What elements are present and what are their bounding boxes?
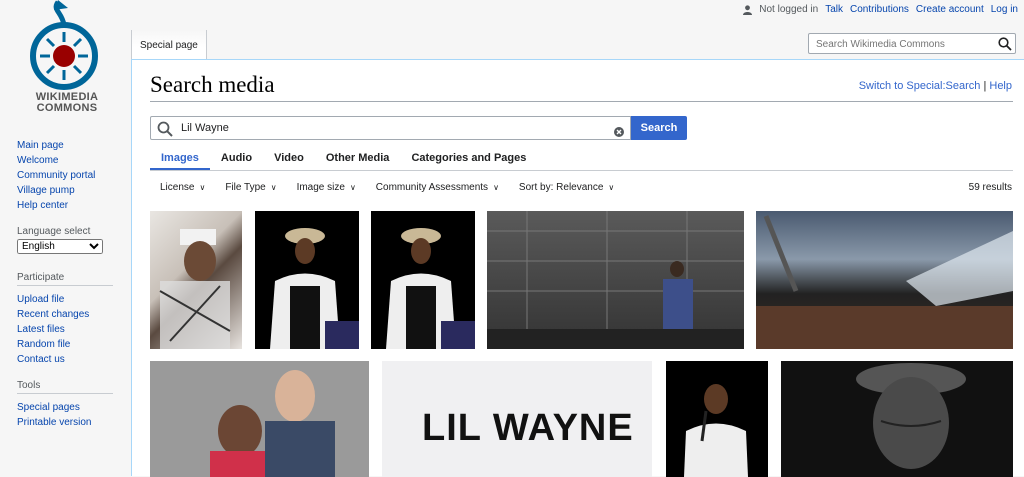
talk-link[interactable]: Talk — [825, 4, 843, 15]
login-link[interactable]: Log in — [991, 4, 1018, 15]
result-thumbnail[interactable] — [255, 211, 359, 349]
language-select[interactable]: English — [17, 239, 103, 254]
community-assessments-filter[interactable]: Community Assessments ∨ — [376, 182, 499, 193]
not-logged-in-text: Not logged in — [759, 4, 819, 15]
file-type-filter[interactable]: File Type ∨ — [225, 182, 276, 193]
sidebar-item-main-page[interactable]: Main page — [17, 138, 117, 153]
concert-photo-image — [386, 228, 475, 349]
personal-tools: Not logged in Talk Contributions Create … — [743, 4, 1018, 15]
result-thumbnail[interactable] — [150, 211, 242, 349]
search-button[interactable]: Search — [631, 116, 687, 140]
page-indicators: Switch to Special:Search | Help — [859, 80, 1012, 92]
search-icon — [157, 121, 173, 142]
result-thumbnail[interactable] — [150, 361, 369, 477]
result-thumbnail[interactable] — [756, 211, 1013, 349]
language-select-heading: Language select — [17, 226, 91, 237]
switch-to-special-search-link[interactable]: Switch to Special:Search — [859, 80, 981, 92]
stage-photo-image — [487, 211, 744, 349]
sidebar-item-help-center[interactable]: Help center — [17, 198, 117, 213]
indicator-separator: | — [983, 80, 987, 92]
participate-divider — [17, 285, 113, 286]
sidebar-item-special-pages[interactable]: Special pages — [17, 400, 117, 415]
tab-audio[interactable]: Audio — [210, 150, 263, 170]
image-size-filter-label: Image size — [296, 182, 345, 193]
sidebar-item-contact-us[interactable]: Contact us — [17, 352, 117, 367]
logo-line-2: COMMONS — [36, 102, 98, 114]
license-filter[interactable]: License ∨ — [160, 182, 205, 193]
result-thumbnail[interactable] — [666, 361, 768, 477]
performer-photo-image — [684, 384, 748, 477]
result-thumbnail[interactable]: LIL WAYNE — [382, 361, 652, 477]
tab-video[interactable]: Video — [263, 150, 315, 170]
chevron-down-icon: ∨ — [349, 183, 356, 192]
sidebar-item-latest-files[interactable]: Latest files — [17, 322, 117, 337]
sidebar-item-recent-changes[interactable]: Recent changes — [17, 307, 117, 322]
file-type-filter-label: File Type — [225, 182, 266, 193]
chevron-down-icon: ∨ — [493, 183, 499, 192]
crowd-photo-image — [756, 215, 1013, 349]
sort-by-filter-label: Sort by: Relevance — [518, 182, 604, 193]
chevron-down-icon: ∨ — [199, 183, 206, 192]
sidebar-item-village-pump[interactable]: Village pump — [17, 183, 117, 198]
clear-icon[interactable] — [614, 124, 624, 142]
concert-photo-image — [270, 228, 359, 349]
license-filter-label: License — [160, 182, 195, 193]
participate-heading: Participate — [17, 272, 65, 283]
tab-other-media[interactable]: Other Media — [315, 150, 401, 170]
portrait-closeup-image — [856, 363, 966, 469]
sidebar-item-printable-version[interactable]: Printable version — [17, 415, 117, 430]
tab-images[interactable]: Images — [150, 150, 210, 170]
tab-categories-and-pages[interactable]: Categories and Pages — [400, 150, 537, 170]
page-title: Search media — [150, 72, 275, 97]
lil-wayne-wordmark: LIL WAYNE — [422, 407, 634, 449]
commons-logo-icon — [30, 0, 98, 90]
tools-divider — [17, 393, 113, 394]
results-count: 59 results — [968, 182, 1012, 193]
media-search-input[interactable] — [179, 121, 603, 135]
user-icon — [743, 4, 753, 15]
sidebar-item-community-portal[interactable]: Community portal — [17, 168, 117, 183]
search-filters: License ∨ File Type ∨ Image size ∨ Communit… — [160, 182, 614, 193]
logo-wordmark: WIKIMEDIA COMMONS — [22, 92, 112, 114]
sidebar-item-random-file[interactable]: Random file — [17, 337, 117, 352]
result-thumbnail[interactable] — [371, 211, 475, 349]
portrait-image — [159, 229, 231, 349]
result-thumbnail[interactable] — [781, 361, 1013, 477]
header-search — [808, 33, 1016, 54]
sidebar-item-welcome[interactable]: Welcome — [17, 153, 117, 168]
help-link[interactable]: Help — [989, 80, 1012, 92]
title-divider — [150, 101, 1013, 102]
media-search-box — [150, 116, 631, 140]
wikimedia-commons-logo[interactable]: WIKIMEDIA COMMONS — [22, 0, 112, 120]
tools-heading: Tools — [17, 380, 41, 391]
search-icon[interactable] — [998, 37, 1012, 56]
tab-special-page[interactable]: Special page — [131, 30, 207, 59]
result-thumbnail[interactable] — [487, 211, 744, 349]
selfie-photo-image — [150, 361, 369, 477]
sort-by-filter[interactable]: Sort by: Relevance ∨ — [519, 182, 614, 193]
sidebar-item-upload-file[interactable]: Upload file — [17, 292, 117, 307]
image-size-filter[interactable]: Image size ∨ — [297, 182, 356, 193]
contributions-link[interactable]: Contributions — [850, 4, 909, 15]
chevron-down-icon: ∨ — [270, 183, 277, 192]
media-type-tabs: Images Audio Video Other Media Categorie… — [150, 150, 1013, 171]
content-area: Search media Switch to Special:Search | … — [131, 59, 1024, 477]
chevron-down-icon: ∨ — [608, 183, 615, 192]
sidebar: Main page Welcome Community portal Villa… — [17, 138, 117, 430]
header-search-input[interactable] — [814, 38, 998, 51]
create-account-link[interactable]: Create account — [916, 4, 984, 15]
community-assessments-filter-label: Community Assessments — [375, 182, 489, 193]
